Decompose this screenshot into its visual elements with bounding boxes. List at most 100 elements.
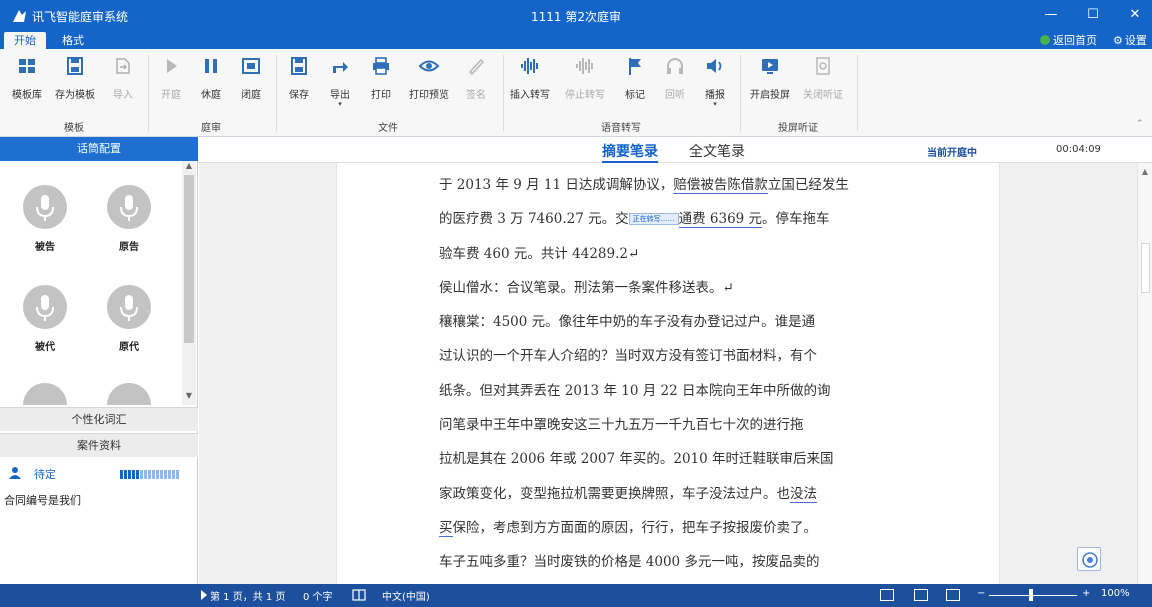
document-tabs: 摘要笔录 全文笔录 当前开庭中 00:04:09: [199, 137, 1152, 163]
speaker-list: 被告 原告 被代 原代: [0, 161, 182, 405]
active-speaker-row: 待定: [6, 465, 192, 481]
tab-start[interactable]: 开始: [4, 32, 46, 49]
speaker-item[interactable]: 原告: [99, 185, 159, 253]
scrollbar-thumb[interactable]: [1141, 243, 1150, 293]
close-trial-label: 闭庭: [241, 90, 261, 101]
document-page[interactable]: 于 2013 年 9 月 11 日达成调解协议，赔偿被告陈借款立国已经发生 的医…: [336, 163, 1000, 584]
minimize-button[interactable]: —: [1040, 4, 1062, 26]
settings-label: 设置: [1124, 34, 1147, 47]
stop-icon: [242, 58, 260, 74]
zoom-slider-track[interactable]: [989, 595, 1077, 596]
printer-icon: [373, 57, 389, 75]
zoom-level[interactable]: 100%: [1101, 588, 1130, 599]
scroll-down-icon[interactable]: ▼: [182, 391, 196, 400]
eye-icon: [418, 60, 440, 72]
group-label-projection: 投屏听证: [778, 123, 818, 134]
speaker-item[interactable]: [99, 383, 159, 405]
maximize-button[interactable]: ☐: [1082, 4, 1104, 26]
microphone-icon: [23, 185, 67, 229]
document-scrollbar[interactable]: ▲: [1137, 163, 1152, 584]
grid-icon: [19, 59, 35, 73]
microphone-icon: [23, 285, 67, 329]
text-line: 问笔录中王年中罩晚安这三十九五万一千九百七十次的进行拖: [439, 417, 804, 434]
trial-timer: 00:04:09: [1056, 144, 1101, 155]
full-screen-view-icon[interactable]: [914, 589, 928, 601]
broadcast-label: 播报: [705, 90, 725, 101]
template-library-label: 模板库: [12, 90, 42, 101]
tab-full-record[interactable]: 全文笔录: [689, 141, 745, 161]
speaker-label: 原代: [119, 342, 139, 353]
tab-format[interactable]: 格式: [52, 32, 94, 49]
text-line: 验车费 460 元。共计 44289.2↵: [439, 245, 640, 262]
window-title: 1111 第2次庭审: [531, 10, 621, 24]
import-button[interactable]: 导入: [100, 55, 146, 101]
speaker-item[interactable]: [15, 383, 75, 405]
underlined-text: 赔偿被告陈借款: [673, 177, 768, 194]
case-materials-toggle[interactable]: 案件资料: [0, 433, 198, 457]
audio-level-meter: [120, 468, 180, 482]
group-label-trial: 庭审: [201, 123, 221, 134]
vocab-panel-toggle[interactable]: 个性化词汇: [0, 407, 198, 431]
text-line: 穰穰棠：4500 元。像往年中奶的车子没有办登记过户。谁是通: [439, 314, 816, 331]
speaker-item[interactable]: 原代: [99, 285, 159, 353]
speaker-label: 被代: [35, 342, 55, 353]
insert-transcript-button[interactable]: 插入转写: [507, 55, 553, 101]
headphones-icon: [667, 58, 683, 74]
speaker-item[interactable]: 被代: [15, 285, 75, 353]
scroll-up-icon[interactable]: ▲: [1138, 167, 1152, 176]
speaker-item[interactable]: 被告: [15, 185, 75, 253]
record-icon: [1082, 552, 1098, 568]
proofing-icon[interactable]: [352, 589, 366, 601]
close-button[interactable]: ✕: [1124, 4, 1146, 26]
gear-icon: ⚙: [1113, 34, 1123, 47]
word-count: 0 个字: [303, 592, 333, 603]
share-icon: [333, 62, 348, 73]
group-label-speech: 语音转写: [601, 123, 641, 134]
document-text[interactable]: 于 2013 年 9 月 11 日达成调解协议，赔偿被告陈借款立国已经发生 的医…: [439, 168, 905, 580]
print-button[interactable]: 打印: [358, 55, 404, 101]
underlined-text: 没法: [790, 485, 817, 503]
status-bar: 第 1 页，共 1 页 0 个字 中文(中国) − + 100%: [0, 584, 1152, 607]
record-button[interactable]: [1077, 547, 1101, 571]
document-area: 摘要笔录 全文笔录 当前开庭中 00:04:09 于 2013 年 9 月 11…: [199, 137, 1152, 584]
print-preview-button[interactable]: 打印预览: [406, 55, 452, 101]
web-layout-view-icon[interactable]: [946, 589, 960, 601]
close-projection-button[interactable]: 关闭听证: [800, 55, 846, 101]
scroll-up-icon[interactable]: ▲: [182, 161, 196, 170]
sign-button[interactable]: 签名: [453, 55, 499, 101]
save-as-template-button[interactable]: 存为模板: [52, 55, 98, 101]
text-line: 侯山僧水：合议笔录。刑法第一条案件移送表。↵: [439, 279, 734, 296]
start-projection-button[interactable]: 开启投屏: [747, 55, 793, 101]
live-transcript-text: 合同编号是我们: [4, 494, 81, 507]
zoom-slider-thumb[interactable]: [1029, 589, 1033, 601]
group-label-template: 模板: [64, 123, 84, 134]
settings-link[interactable]: ⚙ 设置: [1113, 32, 1147, 49]
template-library-button[interactable]: 模板库: [4, 55, 50, 101]
print-layout-view-icon[interactable]: [880, 589, 894, 601]
tab-summary-record[interactable]: 摘要笔录: [602, 141, 658, 163]
pen-icon: [468, 58, 485, 76]
close-trial-button[interactable]: 闭庭: [228, 55, 274, 101]
zoom-out-button[interactable]: −: [977, 588, 985, 599]
speaker-list-scrollbar[interactable]: ▲ ▼: [182, 161, 196, 405]
microphone-icon: [107, 383, 151, 405]
home-icon: [1040, 35, 1050, 45]
mic-config-header[interactable]: 话筒配置: [0, 137, 198, 161]
broadcast-button[interactable]: 播报 ▾: [692, 55, 738, 108]
home-label: 返回首页: [1053, 34, 1097, 47]
stop-transcript-button[interactable]: 停止转写: [562, 55, 608, 101]
home-link[interactable]: 返回首页: [1040, 32, 1097, 49]
language-indicator[interactable]: 中文(中国): [382, 588, 430, 603]
ribbon-collapse-icon[interactable]: ⌃: [1136, 119, 1144, 129]
export-label: 导出: [330, 90, 350, 101]
save-button[interactable]: 保存: [276, 55, 322, 101]
start-projection-label: 开启投屏: [750, 90, 790, 101]
scrollbar-thumb[interactable]: [184, 175, 194, 343]
document-off-icon: [816, 57, 830, 75]
insert-transcript-label: 插入转写: [510, 90, 550, 101]
panel-toggle-icon[interactable]: [201, 590, 207, 600]
save-icon: [291, 57, 307, 75]
sign-label: 签名: [466, 90, 486, 101]
zoom-in-button[interactable]: +: [1082, 588, 1090, 599]
export-button[interactable]: 导出 ▾: [317, 55, 363, 108]
